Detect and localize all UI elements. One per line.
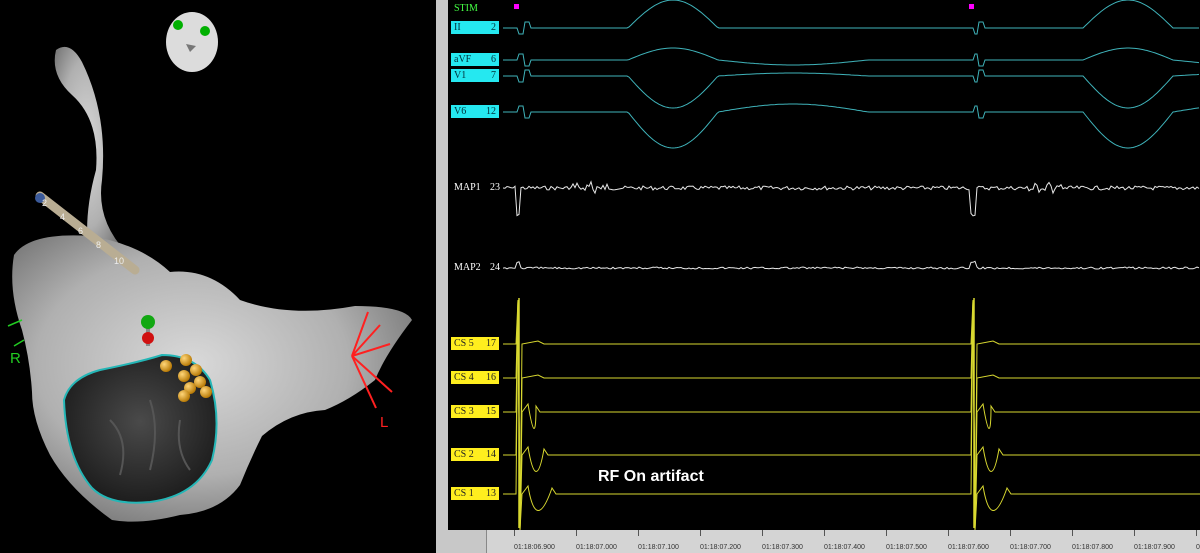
svg-text:6: 6 bbox=[78, 226, 83, 236]
svg-text:8: 8 bbox=[96, 240, 101, 250]
time-tick-label: 01:18:07.400 bbox=[824, 544, 865, 551]
channel-label-cs-5[interactable]: CS 5 17 bbox=[451, 337, 499, 350]
stim-channel-label[interactable]: STIM bbox=[451, 2, 491, 15]
channel-name: CS 1 bbox=[454, 488, 474, 499]
channel-number: 2 bbox=[491, 22, 496, 33]
channel-name: V1 bbox=[454, 70, 467, 81]
time-tick-mark bbox=[886, 530, 887, 536]
time-tick-mark bbox=[948, 530, 949, 536]
ep-recording-view[interactable]: STIM II 2 aVF 6 V1 7 V6 12 MAP1 23 MAP2 24 CS 5 17 CS … bbox=[448, 0, 1200, 553]
rf-artifact-annotation: RF On artifact bbox=[598, 468, 704, 485]
time-tick-label: 01:18:07.000 bbox=[576, 544, 617, 551]
channel-name: MAP1 bbox=[454, 182, 481, 193]
channel-number: 13 bbox=[486, 488, 496, 499]
channel-number: 14 bbox=[486, 449, 496, 460]
time-tick-mark bbox=[824, 530, 825, 536]
stim-marker bbox=[514, 4, 519, 9]
ecg-trace-avf bbox=[503, 47, 1200, 67]
time-tick-mark bbox=[762, 530, 763, 536]
cs-trace-5 bbox=[503, 299, 1200, 530]
svg-text:10: 10 bbox=[114, 256, 124, 266]
time-tick-label: 01:18:07.800 bbox=[1072, 544, 1113, 551]
time-tick-label: 01:18:0 bbox=[1196, 544, 1200, 551]
channel-number: 24 bbox=[490, 262, 500, 273]
channel-number: 12 bbox=[486, 106, 496, 117]
channel-name: CS 3 bbox=[454, 406, 474, 417]
time-tick-mark bbox=[1010, 530, 1011, 536]
channel-label-cs-4[interactable]: CS 4 16 bbox=[451, 371, 499, 384]
channel-label-v6[interactable]: V6 12 bbox=[451, 105, 499, 118]
cs-trace-3 bbox=[503, 299, 1200, 530]
time-tick-mark bbox=[1134, 530, 1135, 536]
channel-name: V6 bbox=[454, 106, 467, 117]
channel-number: 23 bbox=[490, 182, 500, 193]
channel-name: CS 4 bbox=[454, 372, 474, 383]
channel-number: 7 bbox=[491, 70, 496, 81]
time-ruler[interactable]: 01:18:06.900 01:18:07.000 01:18:07.100 01:1… bbox=[448, 530, 1200, 553]
cs-trace-1 bbox=[503, 299, 1200, 530]
channel-label-map2[interactable]: MAP2 24 bbox=[451, 261, 503, 274]
time-ruler-scroll-stub[interactable] bbox=[448, 530, 487, 553]
time-tick-mark bbox=[700, 530, 701, 536]
ecg-trace-v1 bbox=[503, 69, 1200, 109]
time-tick-mark bbox=[1196, 530, 1197, 536]
anatomic-map-view[interactable]: 2 4 6 8 10 R L bbox=[0, 0, 436, 553]
time-tick-label: 01:18:07.500 bbox=[886, 544, 927, 551]
time-tick-mark bbox=[514, 530, 515, 536]
channel-name: CS 5 bbox=[454, 338, 474, 349]
channel-number: 16 bbox=[486, 372, 496, 383]
channel-label-v1[interactable]: V1 7 bbox=[451, 69, 499, 82]
channel-label-cs-1[interactable]: CS 1 13 bbox=[451, 487, 499, 500]
channel-label-cs-2[interactable]: CS 2 14 bbox=[451, 448, 499, 461]
time-tick-mark bbox=[638, 530, 639, 536]
channel-name: II bbox=[454, 22, 461, 33]
channel-number: 6 bbox=[491, 54, 496, 65]
time-tick-label: 01:18:07.900 bbox=[1134, 544, 1175, 551]
cs-trace-2 bbox=[503, 299, 1200, 530]
time-tick-mark bbox=[576, 530, 577, 536]
channel-number: 17 bbox=[486, 338, 496, 349]
channel-label-map1[interactable]: MAP1 23 bbox=[451, 181, 503, 194]
stim-marker bbox=[969, 4, 974, 9]
map-trace-2 bbox=[502, 260, 1200, 270]
time-tick-label: 01:18:07.700 bbox=[1010, 544, 1051, 551]
time-tick-label: 01:18:07.200 bbox=[700, 544, 741, 551]
time-tick-label: 01:18:07.300 bbox=[762, 544, 803, 551]
channel-name: MAP2 bbox=[454, 262, 481, 273]
cs-trace-4 bbox=[503, 299, 1200, 530]
channel-name: aVF bbox=[454, 54, 472, 65]
time-tick-mark bbox=[1072, 530, 1073, 536]
channel-name: CS 2 bbox=[454, 449, 474, 460]
svg-text:2: 2 bbox=[42, 198, 47, 208]
orientation-label-right: R bbox=[10, 350, 21, 367]
ecg-trace-v6 bbox=[503, 103, 1200, 149]
time-tick-label: 01:18:07.100 bbox=[638, 544, 679, 551]
panel-splitter[interactable] bbox=[436, 0, 448, 553]
orientation-label-left: L bbox=[380, 414, 389, 431]
svg-text:4: 4 bbox=[60, 212, 65, 222]
channel-label-cs-3[interactable]: CS 3 15 bbox=[451, 405, 499, 418]
time-tick-label: 01:18:06.900 bbox=[514, 544, 555, 551]
channel-number: 15 bbox=[486, 406, 496, 417]
map-trace-1 bbox=[502, 180, 1200, 217]
ecg-trace-ii bbox=[503, 0, 1199, 35]
heart-model-render: 2 4 6 8 10 bbox=[7, 12, 412, 522]
channel-label-ii[interactable]: II 2 bbox=[451, 21, 499, 34]
channel-label-avf[interactable]: aVF 6 bbox=[451, 53, 499, 66]
time-tick-label: 01:18:07.600 bbox=[948, 544, 989, 551]
orientation-head-icon bbox=[166, 12, 218, 72]
signal-traces bbox=[502, 0, 1200, 530]
